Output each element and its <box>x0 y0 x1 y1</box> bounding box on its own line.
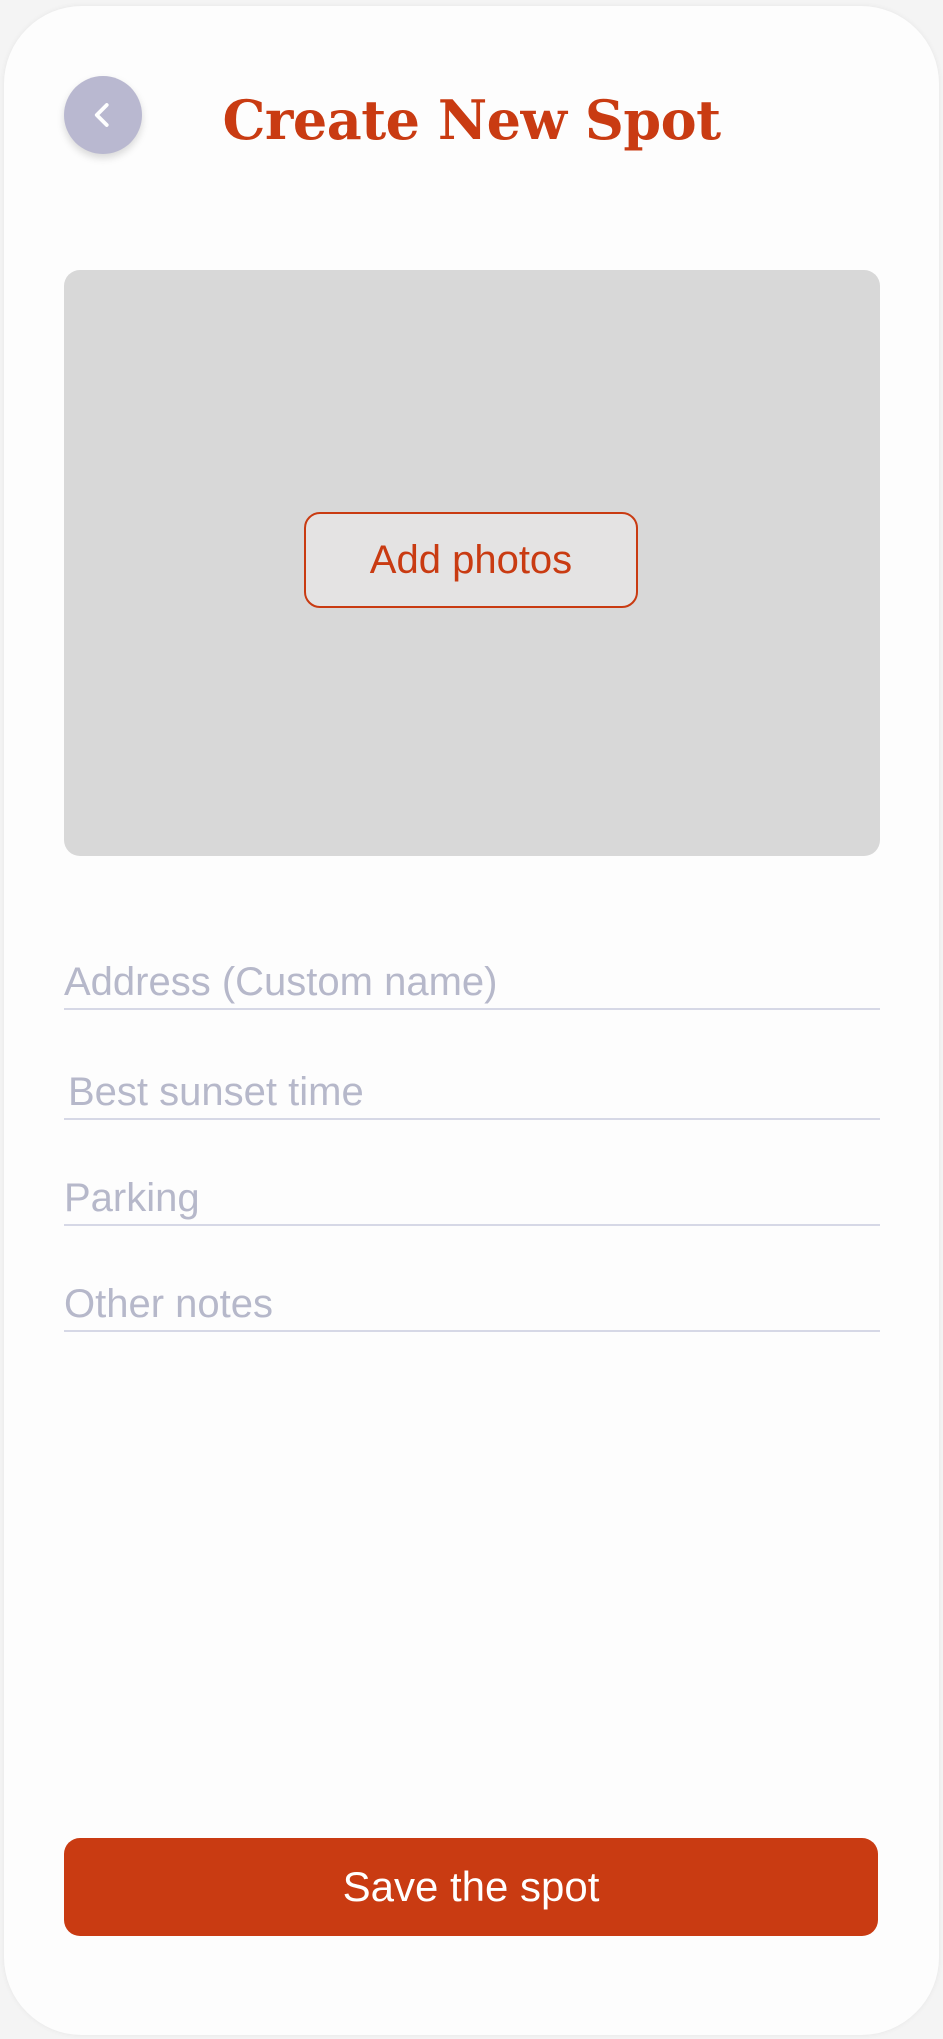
other-notes-input[interactable] <box>64 1278 880 1330</box>
sunset-time-field-wrapper <box>64 1066 884 1120</box>
screen: Create New Spot Add photos Save the spot <box>4 6 939 2035</box>
address-input[interactable] <box>64 956 880 1008</box>
notes-field-wrapper <box>64 1278 880 1332</box>
photo-upload-area: Add photos <box>64 270 880 856</box>
address-field-wrapper <box>64 956 880 1010</box>
page-title: Create New Spot <box>222 88 721 152</box>
sunset-time-input[interactable] <box>64 1066 884 1118</box>
save-spot-button[interactable]: Save the spot <box>64 1838 878 1936</box>
add-photos-button[interactable]: Add photos <box>304 512 638 608</box>
parking-input[interactable] <box>64 1172 880 1224</box>
parking-field-wrapper <box>64 1172 880 1226</box>
